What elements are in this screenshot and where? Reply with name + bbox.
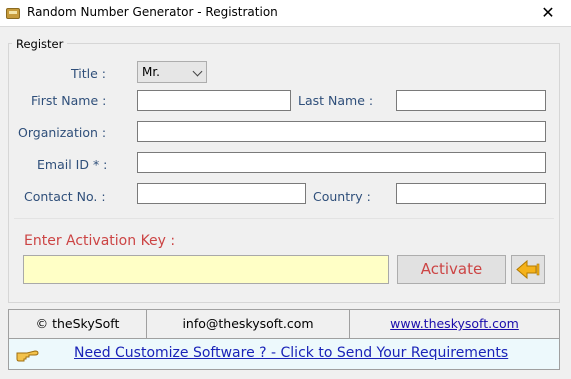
first-name-field[interactable]: [137, 90, 291, 111]
country-label: Country :: [313, 189, 371, 204]
last-name-field[interactable]: [396, 90, 546, 111]
title-select-value: Mr.: [142, 65, 160, 79]
organization-label: Organization :: [18, 125, 107, 140]
email-text: info@theskysoft.com: [182, 316, 314, 331]
title-bar: Random Number Generator - Registration ✕: [0, 0, 571, 27]
activate-button[interactable]: Activate: [397, 255, 506, 284]
website-link[interactable]: www.theskysoft.com: [350, 310, 559, 338]
requirements-link[interactable]: Need Customize Software ? - Click to Sen…: [74, 345, 508, 361]
email-label: Email ID * :: [37, 157, 108, 172]
email-field[interactable]: [137, 152, 546, 173]
requirements-banner[interactable]: Need Customize Software ? - Click to Sen…: [8, 339, 560, 370]
footer-bar: © theSkySoft info@theskysoft.com www.the…: [8, 309, 560, 339]
back-button[interactable]: [511, 255, 545, 284]
activation-key-field[interactable]: [23, 255, 389, 284]
window-title: Random Number Generator - Registration: [27, 5, 278, 19]
country-field[interactable]: [396, 183, 546, 204]
first-name-label: First Name :: [31, 93, 107, 108]
contact-label: Contact No. :: [24, 189, 106, 204]
app-icon: [6, 8, 20, 19]
title-select[interactable]: Mr.: [137, 61, 207, 83]
divider: [14, 218, 554, 219]
title-label: Title :: [71, 66, 106, 81]
activation-key-label: Enter Activation Key :: [24, 233, 176, 249]
register-legend: Register: [12, 37, 68, 51]
copyright-text: © theSkySoft: [35, 316, 120, 331]
chevron-down-icon: [192, 66, 203, 77]
pointing-hand-icon: [16, 350, 39, 362]
organization-field[interactable]: [137, 121, 546, 142]
contact-field[interactable]: [137, 183, 306, 204]
close-button[interactable]: ✕: [525, 0, 571, 27]
last-name-label: Last Name :: [298, 93, 374, 108]
arrow-left-icon: [516, 259, 540, 280]
